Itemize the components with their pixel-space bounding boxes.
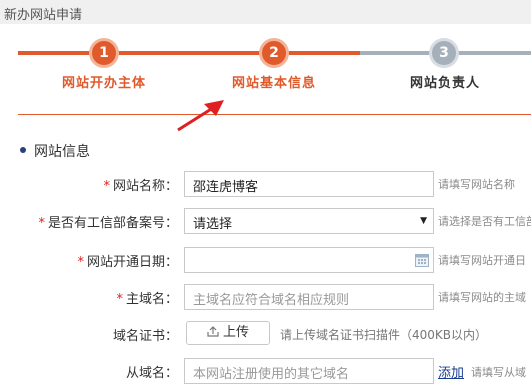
upload-icon	[207, 326, 219, 337]
step-2-label[interactable]: 网站基本信息	[214, 72, 334, 91]
step-1-circle[interactable]: 1	[89, 38, 119, 68]
row-domain-cert: 域名证书： 上传 请上传域名证书扫描件（400KB以内）	[0, 321, 531, 347]
section-header: 网站信息	[20, 141, 90, 161]
required-mark: *	[103, 179, 110, 194]
chevron-down-icon: ▼	[420, 216, 427, 226]
stepper-divider	[18, 114, 531, 115]
add-sub-domain-link[interactable]: 添加	[438, 362, 464, 381]
icp-label: * 是否有工信部备案号：	[38, 216, 178, 231]
upload-button-label: 上传	[222, 325, 249, 340]
main-domain-label: * 主域名：	[116, 292, 178, 307]
step-2-number: 2	[269, 45, 279, 61]
section-title: 网站信息	[34, 144, 90, 160]
required-mark: *	[38, 216, 45, 231]
window-titlebar: 新办网站申请	[0, 0, 531, 24]
window-title: 新办网站申请	[4, 8, 83, 23]
open-date-label: * 网站开通日期：	[77, 255, 178, 270]
step-progress-line-done	[18, 51, 360, 55]
calendar-icon[interactable]	[415, 253, 429, 267]
required-mark: *	[116, 292, 123, 307]
icp-hint: 请选择是否有工信部	[438, 215, 531, 228]
open-date-hint: 请填写网站开通日	[438, 254, 526, 267]
step-3-number: 3	[439, 45, 449, 61]
row-site-name: * 网站名称： 邵连虎博客 请填写网站名称	[0, 171, 531, 197]
row-open-date: * 网站开通日期： 请填写网站开通日	[0, 247, 531, 273]
step-2-circle[interactable]: 2	[259, 38, 289, 68]
step-3-label[interactable]: 网站负责人	[390, 72, 500, 91]
site-name-input[interactable]: 邵连虎博客	[184, 171, 434, 197]
step-3-circle[interactable]: 3	[429, 38, 459, 68]
upload-button[interactable]: 上传	[186, 321, 270, 345]
sub-domain-label: 从域名：	[125, 366, 178, 381]
step-1-label[interactable]: 网站开办主体	[44, 72, 164, 91]
bullet-icon	[20, 147, 26, 153]
icp-select-value: 请选择	[193, 217, 233, 232]
main-domain-input[interactable]: 主域名应符合域名相应规则	[184, 284, 434, 310]
row-icp: * 是否有工信部备案号： 请选择 ▼ 请选择是否有工信部	[0, 208, 531, 234]
main-domain-hint: 请填写网站的主域	[438, 291, 526, 304]
open-date-input[interactable]	[184, 247, 434, 273]
site-name-label: * 网站名称：	[103, 179, 178, 194]
sub-domain-hint: 请填写从域	[471, 366, 526, 379]
domain-cert-hint: 请上传域名证书扫描件（400KB以内）	[280, 328, 488, 342]
icp-select[interactable]: 请选择 ▼	[184, 208, 434, 234]
domain-cert-label: 域名证书：	[112, 329, 178, 344]
step-1-number: 1	[99, 45, 109, 61]
required-mark: *	[77, 255, 84, 270]
row-sub-domain: 从域名： 本网站注册使用的其它域名 添加 请填写从域	[0, 358, 531, 384]
row-main-domain: * 主域名： 主域名应符合域名相应规则 请填写网站的主域	[0, 284, 531, 310]
sub-domain-input[interactable]: 本网站注册使用的其它域名	[184, 358, 434, 384]
site-name-hint: 请填写网站名称	[438, 178, 515, 191]
progress-stepper: 1 网站开办主体 2 网站基本信息 3 网站负责人	[0, 24, 531, 116]
annotation-arrow-icon	[177, 100, 224, 132]
